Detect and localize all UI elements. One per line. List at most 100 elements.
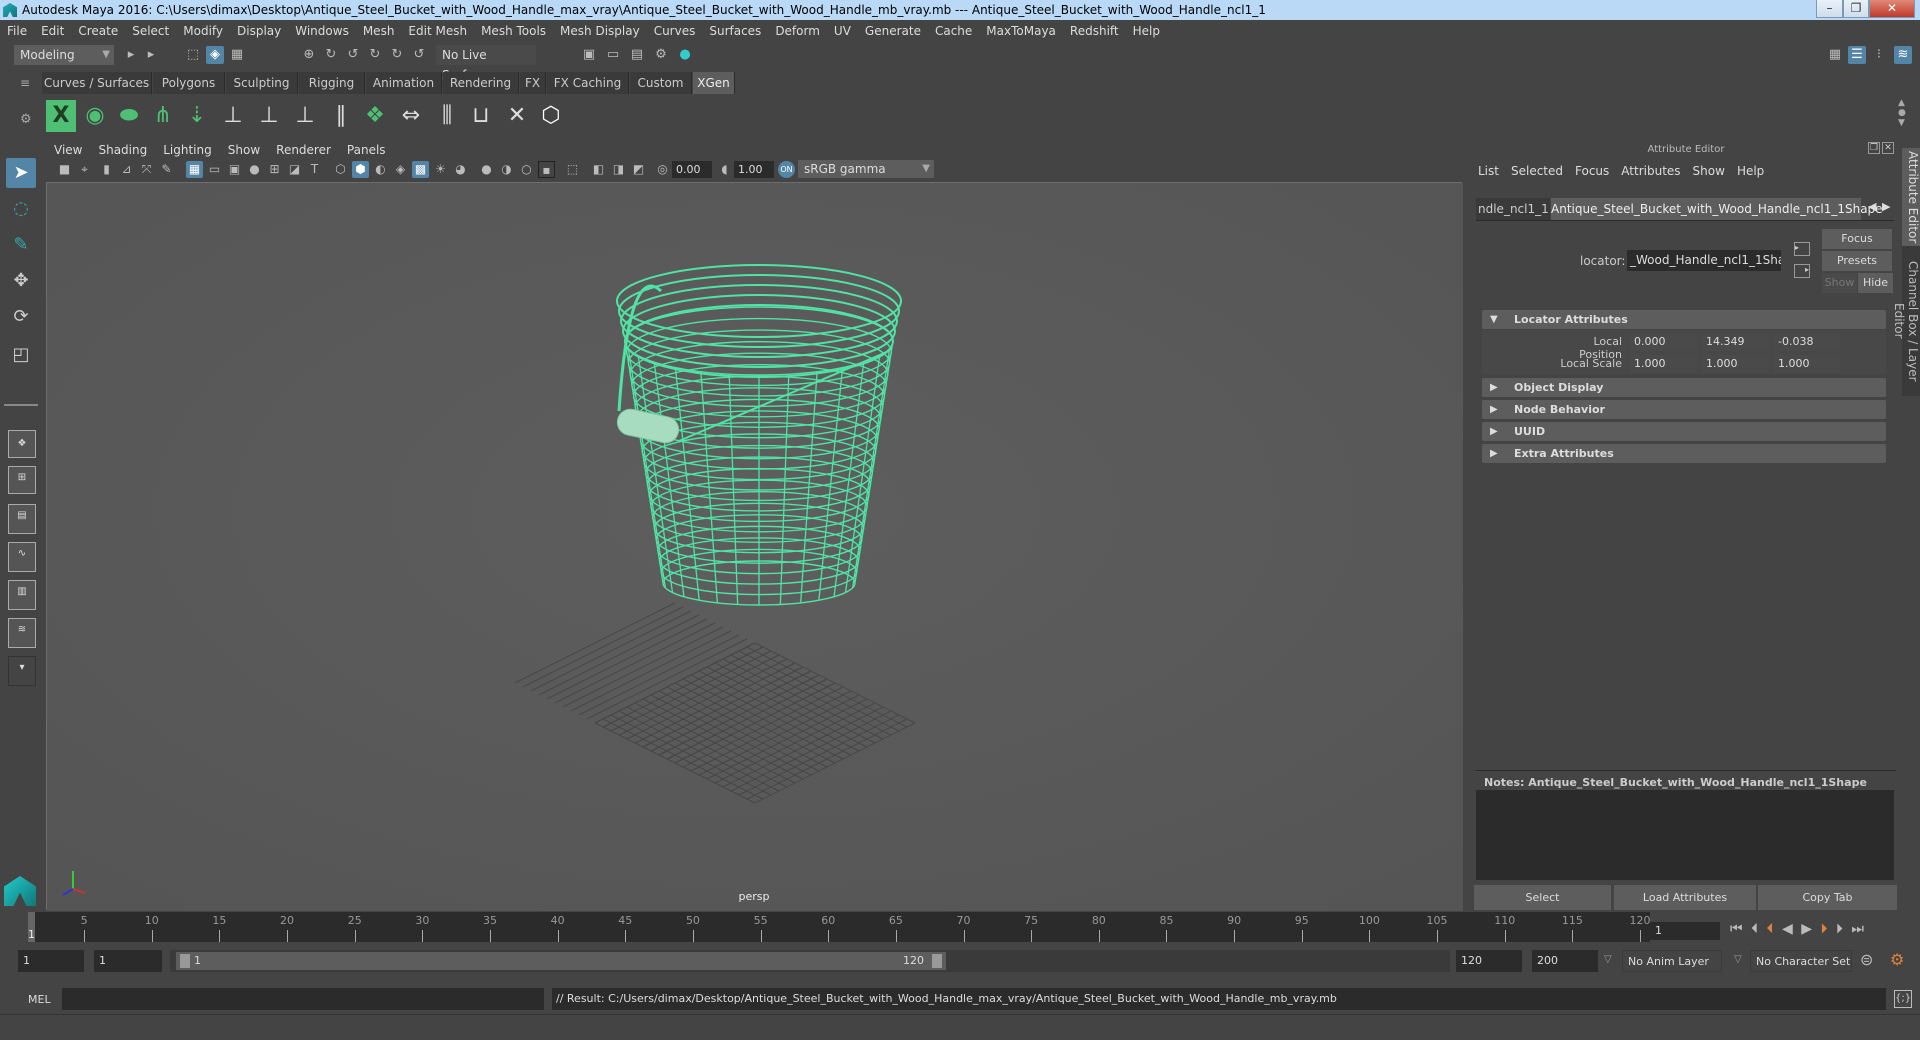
anim-layer-dropdown[interactable]: No Anim Layer bbox=[1622, 950, 1722, 972]
mode-dropdown[interactable]: Modeling ▼ bbox=[14, 45, 114, 65]
play-forwards-icon[interactable]: ▶ bbox=[1801, 921, 1812, 937]
select-hierarchy-icon[interactable]: ⬚ bbox=[184, 46, 202, 64]
guide-flip-icon[interactable]: ⇔ bbox=[396, 100, 426, 132]
isolate-select-icon[interactable]: ⬚ bbox=[564, 161, 581, 178]
animation-end-field[interactable]: 200 bbox=[1532, 950, 1598, 972]
menu-create[interactable]: Create bbox=[71, 21, 125, 42]
character-set-dropdown[interactable]: No Character Set bbox=[1750, 950, 1852, 972]
hypershade-icon[interactable]: ● bbox=[676, 46, 694, 64]
place-guides-icon[interactable]: ⇣ bbox=[182, 100, 212, 132]
persp-graph-layout-icon[interactable]: ∿ bbox=[8, 542, 36, 572]
menu-generate[interactable]: Generate bbox=[858, 21, 928, 42]
render-settings-icon[interactable]: ⚙ bbox=[652, 46, 670, 64]
shelf-tab-rendering[interactable]: Rendering bbox=[443, 72, 519, 94]
panel-menu-panels[interactable]: Panels bbox=[339, 141, 394, 159]
focus-input-icon[interactable]: ▸ bbox=[1794, 242, 1810, 256]
script-language-label[interactable]: MEL bbox=[28, 993, 51, 1006]
ae-menu-selected[interactable]: Selected bbox=[1511, 164, 1563, 178]
2d-pan-zoom-icon[interactable]: ⤧ bbox=[138, 161, 155, 178]
delete-guides-icon[interactable]: ✕ bbox=[502, 100, 532, 132]
resolution-gate-icon[interactable]: ▣ bbox=[226, 161, 243, 178]
gate-mask-icon[interactable]: ● bbox=[246, 161, 263, 178]
snap-grid-icon[interactable]: ⊕ bbox=[300, 46, 318, 64]
field-chart-icon[interactable]: ⊞ bbox=[266, 161, 283, 178]
select-object-icon[interactable]: ◈ bbox=[206, 46, 224, 64]
exposure-field[interactable]: 0.00 bbox=[672, 161, 712, 178]
step-back-key-icon[interactable]: ⏴ bbox=[1751, 921, 1758, 937]
four-view-layout-icon[interactable]: ⊞ bbox=[8, 466, 36, 494]
select-button[interactable]: Select bbox=[1474, 885, 1611, 910]
auto-key-icon[interactable]: ⊜ bbox=[1860, 950, 1873, 969]
menu-cache[interactable]: Cache bbox=[928, 21, 979, 42]
section-uuid[interactable]: ▶ UUID bbox=[1482, 422, 1886, 441]
shelf-tab-fx-caching[interactable]: FX Caching bbox=[547, 72, 629, 94]
move-tool-icon[interactable]: ✥ bbox=[6, 266, 36, 296]
render-frame-icon[interactable]: ▭ bbox=[604, 46, 622, 64]
lock-guide-icon[interactable]: ⊥ bbox=[290, 100, 320, 132]
shelf-tab-polygons[interactable]: Polygons bbox=[153, 72, 225, 94]
use-default-material-icon[interactable]: ◐ bbox=[372, 161, 389, 178]
menu-mesh[interactable]: Mesh bbox=[356, 21, 402, 42]
notes-textarea[interactable] bbox=[1476, 790, 1894, 880]
panel-menu-show[interactable]: Show bbox=[220, 141, 268, 159]
section-extra-attributes[interactable]: ▶ Extra Attributes bbox=[1482, 444, 1886, 463]
close-panel-icon[interactable]: ✕ bbox=[1882, 142, 1894, 154]
animation-preferences-icon[interactable]: ⚙ bbox=[1890, 950, 1904, 969]
panel-menu-lighting[interactable]: Lighting bbox=[155, 141, 220, 159]
range-end-grip[interactable] bbox=[932, 954, 942, 968]
step-forward-key-icon[interactable]: ⏵ bbox=[1836, 921, 1843, 937]
time-slider[interactable]: 1 5 10 15 20 25 30 35 40 45 50 55 60 65 70 75 80 85 90 95 1… bbox=[28, 912, 1651, 942]
show-button[interactable]: Show bbox=[1822, 273, 1857, 293]
menu-redshift[interactable]: Redshift bbox=[1063, 21, 1126, 42]
minimize-button[interactable]: – bbox=[1816, 0, 1843, 18]
chevron-down-icon[interactable]: ▽ bbox=[1604, 954, 1612, 965]
channel-box-toggle-icon[interactable]: ≋ bbox=[1894, 46, 1912, 64]
guide-sculpt-icon[interactable]: ⊥ bbox=[254, 100, 284, 132]
exposure-icon[interactable]: ◎ bbox=[654, 161, 671, 178]
playback-end-field[interactable]: 120 bbox=[1456, 950, 1522, 972]
guide-density-icon[interactable]: ❖ bbox=[360, 100, 390, 132]
float-panel-icon[interactable]: ❐ bbox=[1868, 142, 1880, 154]
local-position-z[interactable]: -0.038 bbox=[1774, 333, 1840, 351]
film-gate-icon[interactable]: ▭ bbox=[206, 161, 223, 178]
lasso-tool-icon[interactable]: ◌ bbox=[6, 194, 36, 224]
paint-select-tool-icon[interactable]: ✎ bbox=[6, 230, 36, 260]
playback-start-field[interactable]: 1 bbox=[94, 950, 162, 972]
load-attributes-button[interactable]: Load Attributes bbox=[1614, 885, 1756, 910]
color-management-toggle-icon[interactable]: ON bbox=[778, 161, 795, 178]
grid-icon[interactable]: ▦ bbox=[186, 161, 203, 178]
menu-edit-mesh[interactable]: Edit Mesh bbox=[401, 21, 474, 42]
snap-point-icon[interactable]: ↺ bbox=[344, 46, 362, 64]
single-perspective-layout-icon[interactable]: ❖ bbox=[8, 430, 36, 458]
tool-settings-icon[interactable]: ⁝ bbox=[1870, 46, 1888, 64]
focus-button[interactable]: Focus bbox=[1822, 229, 1892, 249]
bookmark-icon[interactable]: ▮ bbox=[98, 161, 115, 178]
gamma-icon[interactable]: ◖ bbox=[716, 161, 733, 178]
shelf-tab-custom[interactable]: Custom bbox=[630, 72, 692, 94]
step-forward-frame-icon[interactable]: ⏵ bbox=[1820, 921, 1827, 937]
shelf-tab-sculpting[interactable]: Sculpting bbox=[226, 72, 298, 94]
menu-file[interactable]: File bbox=[0, 21, 34, 42]
side-tab-attribute-editor[interactable]: Attribute Editor bbox=[1902, 148, 1920, 246]
shelf-tab-curves-surfaces[interactable]: Curves / Surfaces bbox=[42, 72, 152, 94]
local-scale-x[interactable]: 1.000 bbox=[1630, 355, 1696, 373]
motion-blur-icon[interactable]: ◑ bbox=[498, 161, 515, 178]
collapse-arrow-icon[interactable]: ▸ bbox=[122, 46, 140, 64]
wireframe-icon[interactable]: ⬡ bbox=[332, 161, 349, 178]
shelf-tab-fx[interactable]: FX bbox=[520, 72, 546, 94]
go-to-end-icon[interactable]: ⏭ bbox=[1851, 921, 1864, 937]
xray-joints-icon[interactable]: ◩ bbox=[630, 161, 647, 178]
smooth-shade-icon[interactable]: ⬢ bbox=[352, 161, 369, 178]
guide-length-icon[interactable]: ⊔ bbox=[466, 100, 496, 132]
render-view-icon[interactable]: ▣ bbox=[580, 46, 598, 64]
tab-scroll-right-icon[interactable]: ▶ bbox=[1882, 200, 1890, 213]
xray-icon[interactable]: ◧ bbox=[590, 161, 607, 178]
local-scale-y[interactable]: 1.000 bbox=[1702, 355, 1768, 373]
image-plane-icon[interactable]: ⊿ bbox=[118, 161, 135, 178]
step-back-frame-icon[interactable]: ⏴ bbox=[1767, 921, 1774, 937]
camera-attributes-icon[interactable]: ⌖ bbox=[76, 161, 93, 178]
side-tab-channel-box[interactable]: Channel Box / Layer Editor bbox=[1892, 246, 1920, 396]
textured-icon[interactable]: ▩ bbox=[412, 161, 429, 178]
anti-aliasing-icon[interactable]: ○ bbox=[518, 161, 535, 178]
attribute-editor-toggle-icon[interactable]: ☰ bbox=[1848, 46, 1866, 64]
